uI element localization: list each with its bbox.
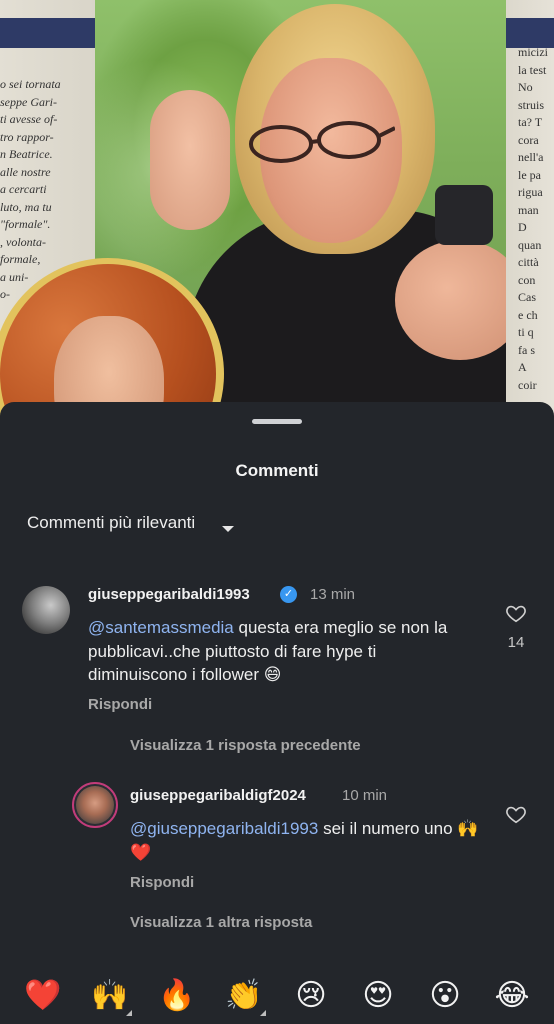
- verified-badge-icon: ✓: [280, 586, 297, 603]
- variants-indicator-icon: [126, 1010, 132, 1016]
- clapping-emoji[interactable]: 👏: [224, 976, 266, 1016]
- raised-hands-emoji[interactable]: 🙌: [90, 976, 132, 1016]
- sort-dropdown-label[interactable]: Commenti più rilevanti: [27, 510, 197, 535]
- post-photo: o sei tornata seppe Gari- ti avesse of- …: [0, 0, 554, 420]
- avatar[interactable]: [72, 782, 118, 828]
- comment-text: @giuseppegaribaldi1993 sei il numero uno…: [130, 817, 480, 864]
- heart-emoji[interactable]: ❤️: [23, 976, 63, 1016]
- heart-icon[interactable]: [505, 602, 527, 624]
- magazine-text-right: micizi la test No struis ta? T cora nell…: [518, 45, 548, 392]
- view-more-replies-button[interactable]: Visualizza 1 altra risposta: [130, 914, 312, 931]
- mention-link[interactable]: @santemassmedia: [88, 618, 234, 637]
- mention-link[interactable]: @giuseppegaribaldi1993: [130, 819, 318, 838]
- comment-text: @santemassmedia questa era meglio se non…: [88, 616, 478, 687]
- variants-indicator-icon: [260, 1010, 266, 1016]
- view-previous-replies-button[interactable]: Visualizza 1 risposta precedente: [130, 737, 361, 754]
- comment-time: 10 min: [342, 787, 388, 804]
- reply-button[interactable]: Rispondi: [88, 696, 152, 713]
- sheet-title: Commenti: [235, 461, 319, 480]
- heart-eyes-emoji[interactable]: 😍: [358, 976, 398, 1016]
- chevron-down-icon[interactable]: [222, 526, 234, 532]
- clapping-glyph: 👏: [225, 979, 263, 1012]
- heart-icon[interactable]: [505, 803, 527, 825]
- raised-hands-glyph: 🙌: [91, 979, 129, 1012]
- comments-sheet: Commenti Commenti più rilevanti giuseppe…: [0, 402, 554, 1024]
- comment-username[interactable]: giuseppegaribaldi1993: [88, 586, 250, 603]
- emoji-bar: ❤️ 🙌 🔥 👏 😢 😍 😮 😂: [0, 958, 554, 1024]
- fire-emoji[interactable]: 🔥: [157, 976, 197, 1016]
- comment-username[interactable]: giuseppegaribaldigf2024: [130, 787, 306, 804]
- drag-handle[interactable]: [252, 419, 302, 424]
- laughing-emoji[interactable]: 😂: [492, 976, 532, 1016]
- surprised-emoji[interactable]: 😮: [425, 976, 465, 1016]
- avatar[interactable]: [22, 586, 70, 634]
- reply-button[interactable]: Rispondi: [130, 874, 194, 891]
- comment-time: 13 min: [310, 586, 356, 603]
- like-count: 14: [507, 634, 525, 651]
- glasses-shape: [249, 121, 395, 163]
- crying-emoji[interactable]: 😢: [291, 976, 331, 1016]
